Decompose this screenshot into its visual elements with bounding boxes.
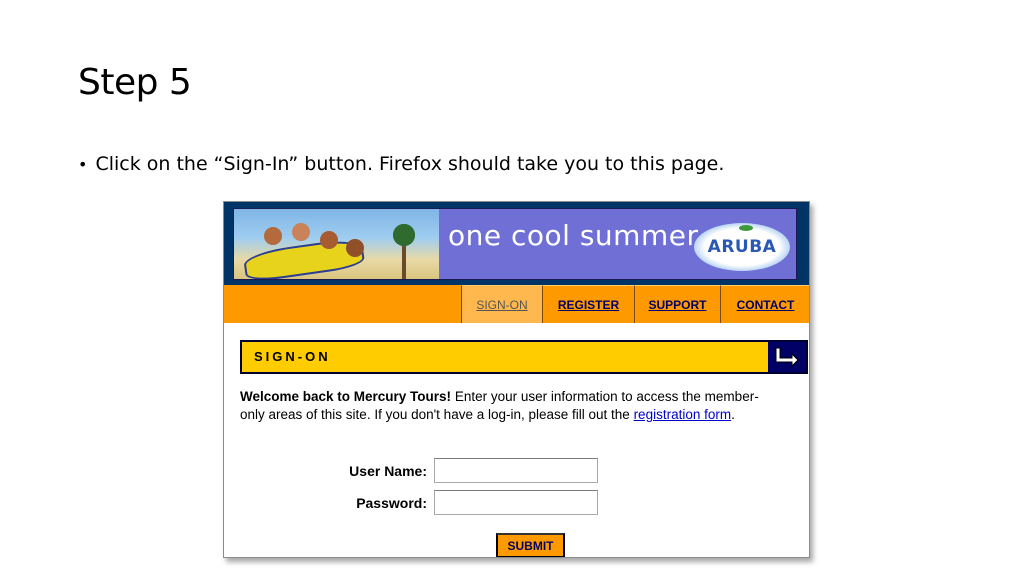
- username-row: User Name:: [228, 458, 598, 483]
- promo-banner[interactable]: one cool summer ARUBA: [233, 208, 797, 280]
- username-label: User Name:: [349, 462, 427, 479]
- nav-tab-sign-on[interactable]: SIGN-ON: [461, 285, 542, 323]
- nav-tab-register[interactable]: REGISTER: [542, 285, 634, 323]
- person-shape: [292, 223, 310, 241]
- person-shape: [264, 227, 282, 245]
- aruba-logo-text: ARUBA: [707, 237, 777, 257]
- section-title: SIGN-ON: [254, 349, 331, 364]
- welcome-end: .: [731, 407, 735, 422]
- bullet-point: • Click on the “Sign-In” button. Firefox…: [78, 153, 724, 175]
- username-input[interactable]: [434, 458, 598, 483]
- nav-tab-contact[interactable]: CONTACT: [720, 285, 809, 323]
- person-shape: [346, 239, 364, 257]
- section-header: SIGN-ON: [240, 340, 808, 374]
- palm-icon: [384, 219, 424, 259]
- banner-photo: [234, 209, 439, 279]
- bullet-text: Click on the “Sign-In” button. Firefox s…: [95, 153, 725, 175]
- mercury-tours-screenshot: one cool summer ARUBA SIGN-ON REGISTER S…: [223, 201, 810, 558]
- banner-tagline: one cool summer: [448, 219, 699, 252]
- bullet-icon: •: [78, 154, 88, 174]
- header-banner-area: one cool summer ARUBA: [224, 202, 809, 285]
- welcome-text: Welcome back to Mercury Tours! Enter you…: [240, 388, 780, 424]
- sign-on-arrow-icon: [768, 342, 806, 372]
- password-input[interactable]: [434, 490, 598, 515]
- registration-form-link[interactable]: registration form: [634, 407, 732, 422]
- leaf-icon: [739, 225, 753, 231]
- slide-title: Step 5: [78, 62, 192, 103]
- nav-tabs: SIGN-ON REGISTER SUPPORT CONTACT: [461, 285, 809, 323]
- top-nav-bar: SIGN-ON REGISTER SUPPORT CONTACT: [224, 285, 809, 323]
- welcome-heading: Welcome back to Mercury Tours!: [240, 389, 452, 404]
- person-shape: [320, 231, 338, 249]
- aruba-logo: ARUBA: [694, 223, 790, 271]
- password-label: Password:: [356, 494, 427, 511]
- submit-button[interactable]: SUBMIT: [496, 533, 565, 557]
- nav-tab-support[interactable]: SUPPORT: [634, 285, 720, 323]
- password-row: Password:: [228, 490, 598, 515]
